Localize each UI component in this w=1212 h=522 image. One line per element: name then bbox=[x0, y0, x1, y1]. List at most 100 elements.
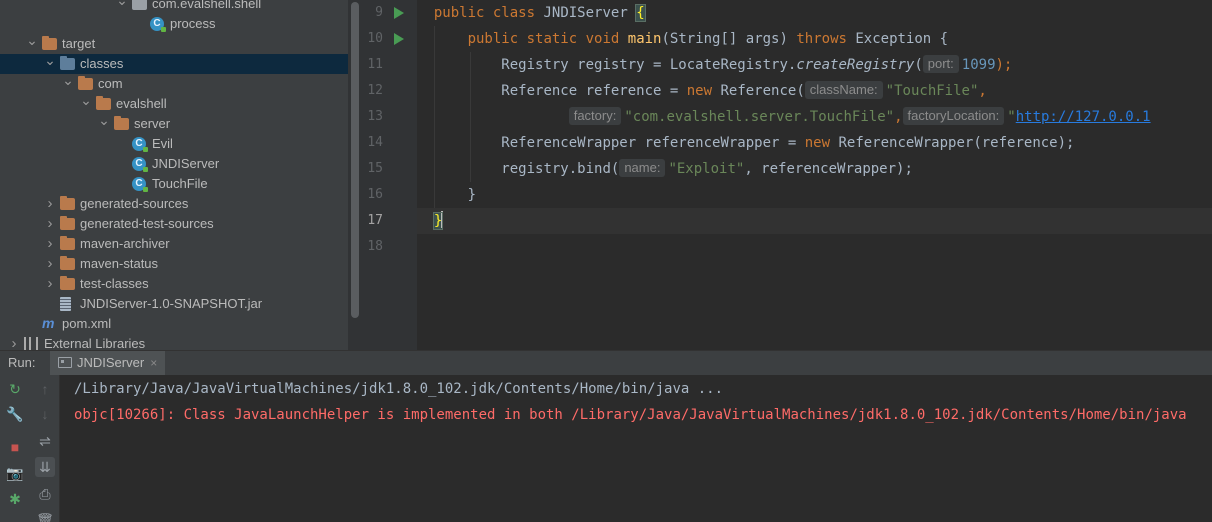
folder-icon bbox=[60, 276, 75, 290]
maven-icon: m bbox=[42, 315, 55, 331]
line-number[interactable]: 18 bbox=[362, 234, 383, 260]
line-number[interactable]: 16 bbox=[362, 182, 383, 208]
chevron-right-icon[interactable]: › bbox=[44, 195, 56, 213]
chevron-right-icon[interactable]: › bbox=[44, 215, 56, 233]
tree-item-label: server bbox=[134, 116, 171, 131]
code-line-16[interactable]: } bbox=[417, 182, 1212, 208]
tree-item-jndiserver[interactable]: C JNDIServer bbox=[0, 154, 348, 174]
console-tab-icon bbox=[58, 357, 72, 368]
scrollbar-thumb[interactable] bbox=[351, 2, 359, 318]
tree-item-test-classes[interactable]: › test-classes bbox=[0, 274, 348, 294]
close-icon[interactable]: × bbox=[150, 356, 157, 370]
tree-item-evil[interactable]: C Evil bbox=[0, 134, 348, 154]
tree-item-pom-xml[interactable]: m pom.xml bbox=[0, 314, 348, 334]
run-panel-header: Run: JNDIServer × bbox=[0, 350, 1212, 375]
tree-item-com-evalshell-shell[interactable]: ⌄ com.evalshell.shell bbox=[0, 0, 348, 14]
line-number[interactable]: 17 bbox=[362, 208, 383, 234]
tree-item-label: JNDIServer-1.0-SNAPSHOT.jar bbox=[80, 296, 263, 311]
run-tab-jndiserver[interactable]: JNDIServer × bbox=[50, 351, 166, 375]
tree-item-touchfile[interactable]: C TouchFile bbox=[0, 174, 348, 194]
code-line-12[interactable]: Reference reference = new Reference(clas… bbox=[417, 78, 1212, 104]
text-caret bbox=[441, 211, 444, 228]
tree-item-label: com bbox=[98, 76, 123, 91]
rerun-icon[interactable]: ↻ bbox=[5, 379, 25, 399]
run-toolbar-right: ↑ ↓ ⇌ ⇊ ⎙ 🗑 bbox=[30, 375, 60, 522]
tree-item-server[interactable]: ⌄ server bbox=[0, 111, 348, 134]
param-hint: factory: bbox=[568, 107, 622, 125]
scroll-down-icon[interactable]: ↓ bbox=[35, 404, 55, 424]
chevron-down-icon[interactable]: ⌄ bbox=[62, 71, 74, 89]
code-line-18[interactable] bbox=[417, 234, 1212, 260]
libraries-icon bbox=[24, 337, 38, 350]
line-number[interactable]: 12 bbox=[362, 78, 383, 104]
tree-item-maven-archiver[interactable]: › maven-archiver bbox=[0, 234, 348, 254]
soft-wrap-icon[interactable]: ⇌ bbox=[35, 431, 55, 451]
url-link[interactable]: http://127.0.0.1 bbox=[1016, 109, 1151, 125]
chevron-down-icon[interactable]: ⌄ bbox=[116, 0, 128, 9]
run-tab-label: JNDIServer bbox=[77, 355, 145, 370]
run-console[interactable]: /Library/Java/JavaVirtualMachines/jdk1.8… bbox=[61, 375, 1212, 522]
chevron-down-icon[interactable]: ⌄ bbox=[26, 31, 38, 49]
print-icon[interactable]: ⎙ bbox=[35, 484, 55, 504]
tree-item-maven-status[interactable]: › maven-status bbox=[0, 254, 348, 274]
code-line-14[interactable]: ReferenceWrapper referenceWrapper = new … bbox=[417, 130, 1212, 156]
chevron-down-icon[interactable]: ⌄ bbox=[80, 91, 92, 109]
project-tree-scrollbar[interactable] bbox=[348, 0, 362, 350]
tree-item-label: target bbox=[62, 36, 96, 51]
tree-item-com[interactable]: ⌄ com bbox=[0, 71, 348, 94]
line-number[interactable]: 10 bbox=[362, 26, 383, 52]
chevron-right-icon[interactable]: › bbox=[44, 275, 56, 293]
editor-gutter: 9 10 11 12 13 14 15 16 17 18 bbox=[362, 0, 431, 350]
camera-icon[interactable]: 📷 bbox=[5, 463, 25, 483]
code-line-10[interactable]: public static void main(String[] args) t… bbox=[417, 26, 1212, 52]
chevron-down-icon[interactable]: ⌄ bbox=[98, 111, 110, 129]
trash-icon[interactable]: 🗑 bbox=[35, 510, 55, 522]
line-number[interactable]: 11 bbox=[362, 52, 383, 78]
tree-item-evalshell[interactable]: ⌄ evalshell bbox=[0, 91, 348, 114]
line-number[interactable]: 13 bbox=[362, 104, 383, 130]
line-number[interactable]: 14 bbox=[362, 130, 383, 156]
code-line-15[interactable]: registry.bind(name: "Exploit", referenceW… bbox=[417, 156, 1212, 182]
chevron-down-icon[interactable]: ⌄ bbox=[44, 51, 56, 69]
param-hint: port: bbox=[922, 55, 959, 73]
folder-blue-icon bbox=[60, 56, 75, 70]
folder-icon bbox=[60, 256, 75, 270]
bug-icon[interactable]: ✱ bbox=[5, 489, 25, 509]
tree-item-label: evalshell bbox=[116, 96, 167, 111]
tree-item-generated-test-sources[interactable]: › generated-test-sources bbox=[0, 214, 348, 234]
run-gutter-icon[interactable] bbox=[394, 33, 404, 45]
chevron-right-icon[interactable]: › bbox=[8, 335, 20, 350]
scroll-to-end-icon[interactable]: ⇊ bbox=[35, 457, 55, 477]
line-number[interactable]: 9 bbox=[362, 0, 383, 26]
tree-item-external-libraries[interactable]: › External Libraries bbox=[0, 334, 348, 350]
line-number[interactable]: 15 bbox=[362, 156, 383, 182]
code-line-13[interactable]: factory: "com.evalshell.server.TouchFile"… bbox=[417, 104, 1212, 130]
folder-icon bbox=[96, 96, 111, 110]
tree-item-label: External Libraries bbox=[44, 336, 146, 350]
run-gutter-icon[interactable] bbox=[394, 7, 404, 19]
tree-item-label: JNDIServer bbox=[152, 156, 220, 171]
tree-item-label: process bbox=[170, 16, 216, 31]
tree-item-label: maven-status bbox=[80, 256, 159, 271]
class-icon: C bbox=[132, 137, 148, 152]
code-editor[interactable]: public class JNDIServer { public static … bbox=[417, 0, 1212, 350]
chevron-right-icon[interactable]: › bbox=[44, 235, 56, 253]
tree-item-classes[interactable]: ⌄ classes bbox=[0, 51, 348, 74]
tree-item-jndiserver-1-0-snapshot-jar[interactable]: JNDIServer-1.0-SNAPSHOT.jar bbox=[0, 294, 348, 314]
package-folder-icon bbox=[132, 0, 147, 10]
code-line-17[interactable]: } bbox=[417, 208, 1212, 234]
folder-icon bbox=[60, 216, 75, 230]
class-icon: C bbox=[150, 17, 166, 32]
chevron-right-icon[interactable]: › bbox=[44, 255, 56, 273]
tree-item-process[interactable]: Cprocess bbox=[0, 14, 348, 34]
console-command-line: /Library/Java/JavaVirtualMachines/jdk1.8… bbox=[74, 381, 724, 397]
folder-icon bbox=[60, 236, 75, 250]
tree-item-label: pom.xml bbox=[62, 316, 112, 331]
tree-item-generated-sources[interactable]: › generated-sources bbox=[0, 194, 348, 214]
tree-item-label: classes bbox=[80, 56, 124, 71]
code-line-9[interactable]: public class JNDIServer { bbox=[417, 0, 1212, 26]
stop-icon[interactable]: ■ bbox=[5, 437, 25, 457]
wrench-icon[interactable]: 🔧 bbox=[5, 404, 25, 424]
scroll-up-icon[interactable]: ↑ bbox=[35, 379, 55, 399]
code-line-11[interactable]: Registry registry = LocateRegistry.creat… bbox=[417, 52, 1212, 78]
